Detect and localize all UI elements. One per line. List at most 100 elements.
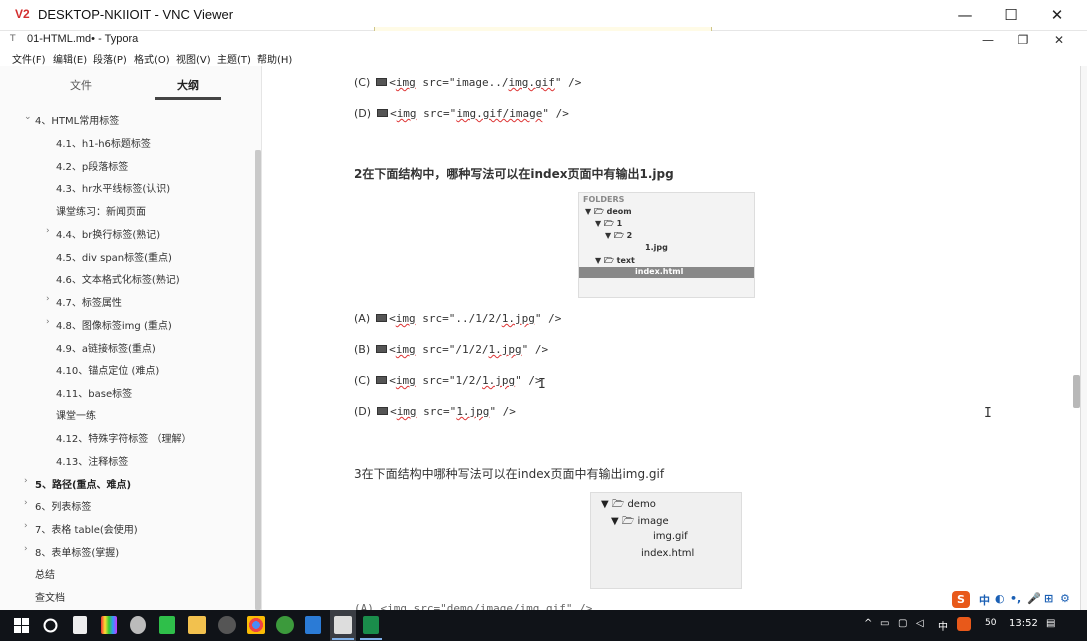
expand-chevron-icon[interactable]: › [24, 521, 28, 531]
q2-option-a[interactable]: (A) <img src="../1/2/1.jpg" /> [354, 312, 561, 325]
outline-item[interactable]: 4.4、br换行标签(熟记) [56, 226, 160, 241]
file-explorer-icon[interactable] [188, 616, 206, 634]
vnc-close-button[interactable]: ✕ [1034, 3, 1080, 27]
vnc-titlebar: V2 DESKTOP-NKIIOIT - VNC Viewer — ☐ ✕ [0, 0, 1087, 33]
outline-item[interactable]: 4.3、hr水平线标签(认识) [56, 180, 170, 195]
main-scrollbar-track[interactable] [1080, 66, 1087, 610]
browser-icon[interactable] [276, 616, 294, 634]
tab-files[interactable]: 文件 [70, 77, 92, 93]
menu-format[interactable]: 格式(O) [134, 51, 170, 66]
tray-network-icon[interactable]: ▭ [880, 618, 889, 629]
ime-mic-icon[interactable]: 🎤 [1027, 592, 1041, 605]
outline-item[interactable]: 课堂练习：新闻页面 [56, 203, 146, 218]
tray-sogou-icon[interactable] [957, 617, 971, 631]
outline-item[interactable]: 课堂一练 [56, 407, 96, 422]
outline-item[interactable]: 4.10、锚点定位 (难点) [56, 362, 159, 377]
q1-option-d[interactable]: (D) <img src="img.gif/image" /> [354, 107, 569, 120]
hbuilder-icon[interactable] [159, 616, 175, 634]
outline-item[interactable]: 总结 [35, 566, 55, 581]
outline-item[interactable]: 4.5、div span标签(重点) [56, 249, 172, 264]
outline-sidebar: 文件 大纲 ⌄ 4、HTML常用标签 4.1、h1-h6标题标签 4.2、p段落… [0, 66, 262, 610]
ime-chinese-mode[interactable]: 中 [979, 592, 990, 608]
q3-option-a-partial[interactable]: (A) <img src="demo/image/img.gif" /> [354, 602, 592, 610]
typora-titlebar: T 01-HTML.md• - Typora — ❐ ✕ [0, 31, 1087, 49]
search-circle-icon[interactable] [43, 618, 58, 633]
outline-item[interactable]: 4.12、特殊字符标签 （理解） [56, 430, 191, 445]
ime-settings-icon[interactable]: ⚙ [1060, 592, 1070, 605]
menu-file[interactable]: 文件(F) [12, 51, 46, 66]
q2-option-b[interactable]: (B) <img src="/1/2/1.jpg" /> [354, 343, 548, 356]
q2-option-d[interactable]: (D) <img src="1.jpg" /> [354, 405, 516, 418]
outline-item[interactable]: 4.7、标签属性 [56, 294, 122, 309]
typora-close-button[interactable]: ✕ [1044, 31, 1074, 49]
active-task-indicator [332, 638, 354, 640]
ime-halfwidth-icon[interactable]: ◐ [995, 592, 1005, 605]
typora-minimize-button[interactable]: — [973, 31, 1003, 49]
menu-theme[interactable]: 主题(T) [217, 51, 251, 66]
q2-option-c[interactable]: (C) <img src="1/2/1.jpg" /> [354, 374, 542, 387]
outline-item[interactable]: 4.11、base标签 [56, 385, 132, 400]
menu-help[interactable]: 帮助(H) [257, 51, 292, 66]
ime-keyboard-icon[interactable]: ⊞ [1044, 592, 1053, 605]
outline-item-html-tags[interactable]: 4、HTML常用标签 [35, 112, 119, 127]
outline-item[interactable]: 4.13、注释标签 [56, 453, 128, 468]
outline-item[interactable]: 4.2、p段落标签 [56, 158, 128, 173]
color-app-icon[interactable] [101, 616, 117, 634]
chrome-icon[interactable] [247, 616, 265, 634]
ime-toolbar: S 中 ◐ •, 🎤 ⊞ ⚙ [952, 591, 1077, 608]
tray-expand-icon[interactable]: ^ [864, 618, 872, 629]
outline-item[interactable]: 7、表格 table(会使用) [35, 521, 138, 536]
menu-paragraph[interactable]: 段落(P) [93, 51, 127, 66]
image-placeholder-icon [376, 314, 388, 322]
expand-chevron-icon[interactable]: › [24, 498, 28, 508]
game-app-icon[interactable] [130, 616, 146, 634]
tray-notification-icon[interactable]: ▤ [1046, 618, 1055, 629]
outline-item[interactable]: 4.8、图像标签img (重点) [56, 317, 172, 332]
calculator-icon[interactable] [73, 616, 87, 634]
demo-tree-image: ▼ 🗁 demo ▼ 🗁 image img.gif index.html [590, 492, 742, 589]
folder-demo: ▼ 🗁 demo [601, 499, 656, 510]
image-placeholder-icon [376, 345, 388, 353]
collapse-chevron-icon[interactable]: ⌄ [24, 112, 32, 122]
sogou-logo-icon[interactable]: S [952, 591, 970, 608]
vnc-taskbar-icon[interactable] [363, 616, 379, 634]
tray-volume-icon[interactable]: ◁ [916, 618, 924, 629]
outline-item[interactable]: 4.6、文本格式化标签(熟记) [56, 271, 180, 286]
image-placeholder-icon [376, 78, 388, 86]
outline-item[interactable]: 查文档 [35, 589, 65, 604]
text-cursor-icon: I [538, 377, 546, 392]
menu-bar: 文件(F) 编辑(E) 段落(P) 格式(O) 视图(V) 主题(T) 帮助(H… [0, 49, 1087, 66]
file-index-html: index.html [641, 548, 695, 559]
tray-clock[interactable]: 13:52 [1009, 618, 1038, 629]
typora-app-icon: T [10, 34, 16, 44]
sidebar-scrollbar-thumb[interactable] [255, 150, 261, 610]
tray-display-icon[interactable]: ▢ [898, 618, 907, 629]
expand-chevron-icon[interactable]: › [24, 544, 28, 554]
main-scrollbar-thumb[interactable] [1073, 375, 1080, 408]
expand-chevron-icon[interactable]: › [46, 226, 50, 236]
tray-battery[interactable]: 50 [985, 618, 996, 628]
expand-chevron-icon[interactable]: › [46, 317, 50, 327]
typora-restore-button[interactable]: ❐ [1008, 31, 1038, 49]
ime-punctuation-icon[interactable]: •, [1010, 592, 1021, 605]
windows-start-icon[interactable] [14, 618, 29, 633]
menu-view[interactable]: 视图(V) [176, 51, 211, 66]
vscode-icon[interactable] [305, 616, 321, 634]
q1-option-c[interactable]: (C) <img src="image../img.gif" /> [354, 76, 581, 89]
media-app-icon[interactable] [218, 616, 236, 634]
outline-item[interactable]: 4.1、h1-h6标题标签 [56, 135, 151, 150]
tray-language[interactable]: 中 [938, 618, 948, 633]
expand-chevron-icon[interactable]: › [24, 476, 28, 486]
outline-item-path[interactable]: 5、路径(重点、难点) [35, 476, 131, 491]
outline-item[interactable]: 6、列表标签 [35, 498, 91, 513]
typora-taskbar-icon[interactable] [334, 616, 352, 634]
editor-content[interactable]: (C) <img src="image../img.gif" /> (D) <img… [263, 66, 1071, 610]
outline-item[interactable]: 4.9、a链接标签(重点) [56, 340, 156, 355]
expand-chevron-icon[interactable]: › [46, 294, 50, 304]
menu-edit[interactable]: 编辑(E) [53, 51, 87, 66]
tab-outline[interactable]: 大纲 [177, 77, 199, 93]
outline-item[interactable]: 8、表单标签(掌握) [35, 544, 119, 559]
vnc-maximize-button[interactable]: ☐ [988, 3, 1034, 27]
vnc-minimize-button[interactable]: — [942, 3, 988, 27]
file-1jpg: 1.jpg [645, 243, 668, 252]
